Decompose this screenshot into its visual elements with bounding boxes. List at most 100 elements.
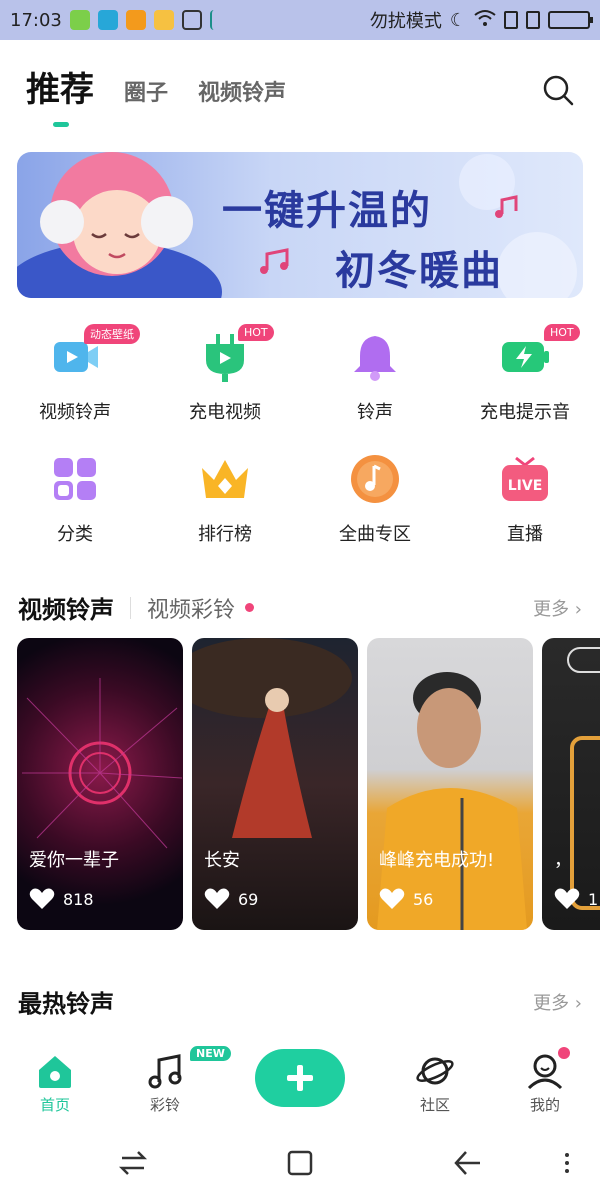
back-icon[interactable] <box>450 1146 484 1180</box>
profile-icon <box>527 1054 563 1090</box>
category-grid: 动态壁纸 视频铃声 HOT 充电视频 铃声 HOT 充电提示音 分类 排行榜 全… <box>0 320 600 564</box>
status-bar: 17:03 勿扰模式 ☾ <box>0 0 600 40</box>
battery-icon <box>548 11 593 29</box>
section-subtitle[interactable]: 视频彩铃 <box>147 592 235 624</box>
grid-badge-live-wallpaper: 动态壁纸 <box>84 324 140 344</box>
banner-line2: 初冬暖曲 <box>335 248 503 294</box>
video-card[interactable]: 爱你一辈子 818 <box>17 638 183 930</box>
warning-icon <box>125 10 146 30</box>
grid-item-ringtone[interactable]: 铃声 <box>300 320 450 442</box>
like-count: 69 <box>238 889 259 909</box>
grid-item-video-ringtone[interactable]: 动态壁纸 视频铃声 <box>0 320 150 442</box>
bottom-tab-color-ring[interactable]: 彩铃 <box>125 1052 205 1115</box>
sim1-icon <box>504 11 518 29</box>
grid-item-live[interactable]: LIVE 直播 <box>450 442 600 564</box>
like-count: 1 <box>588 889 599 909</box>
bottom-tab-label: 社区 <box>419 1096 450 1114</box>
notification-dot <box>558 1047 570 1059</box>
plus-icon <box>287 1065 313 1091</box>
grid-item-charge-sound[interactable]: HOT 充电提示音 <box>450 320 600 442</box>
crown-icon <box>198 452 252 506</box>
card-art <box>192 638 352 838</box>
section-divider <box>130 596 131 619</box>
bottom-tab-label: 我的 <box>529 1096 560 1114</box>
grid-label: 分类 <box>57 524 93 545</box>
bell-icon <box>348 330 402 384</box>
heart-icon <box>379 888 405 909</box>
sync-notification-icon <box>97 10 118 30</box>
grid-item-charge-video[interactable]: HOT 充电视频 <box>150 320 300 442</box>
bottom-tab-profile[interactable]: 我的 <box>505 1052 585 1115</box>
more-link[interactable]: 更多 › <box>533 595 582 621</box>
card-likes: 69 <box>204 888 258 910</box>
card-likes: 818 <box>29 888 94 910</box>
app-notification-icon <box>69 10 90 30</box>
dnd-mode-text: 勿扰模式 <box>369 11 442 32</box>
card-title: 爱你一辈子 <box>29 850 119 871</box>
grid-label: 排行榜 <box>198 524 252 545</box>
search-icon[interactable] <box>542 74 574 106</box>
music-note-icon <box>148 1054 182 1089</box>
add-button[interactable] <box>255 1049 345 1107</box>
banner-line1: 一键升温的 <box>222 188 432 234</box>
card-art <box>567 647 600 910</box>
tab-recommend[interactable]: 推荐 <box>26 62 94 111</box>
grid-item-category[interactable]: 分类 <box>0 442 150 564</box>
grid-item-ranking[interactable]: 排行榜 <box>150 442 300 564</box>
promo-banner[interactable]: 一键升温的 初冬暖曲 <box>17 152 583 298</box>
bottom-tab-home[interactable]: 首页 <box>15 1052 95 1115</box>
moon-icon: ☾ <box>449 9 466 31</box>
status-time: 17:03 <box>10 9 62 31</box>
bottom-tab-bar: 首页 彩铃 NEW 社区 我的 <box>0 1040 600 1126</box>
tab-circle[interactable]: 圈子 <box>124 75 168 107</box>
video-cards: 爱你一辈子 818 长安 69 峰峰充电成功! 56 ， 1 <box>17 638 600 930</box>
usb-icon <box>209 10 220 30</box>
bottom-tab-community[interactable]: 社区 <box>395 1052 475 1115</box>
video-section-header: 视频铃声 视频彩铃 更多 › <box>18 590 582 625</box>
hot-section-header: 最热铃声 更多 › <box>18 984 582 1019</box>
grid-badge-hot: HOT <box>238 324 274 341</box>
bottom-tab-label: 首页 <box>39 1096 70 1114</box>
card-title: 长安 <box>204 850 240 871</box>
planet-icon <box>416 1057 454 1085</box>
sim2-icon <box>526 11 540 29</box>
card-art <box>377 672 527 930</box>
grid-badge-hot: HOT <box>544 324 580 341</box>
new-dot <box>245 603 255 612</box>
heart-icon <box>204 888 230 909</box>
grid-label: 铃声 <box>357 402 393 423</box>
section-title[interactable]: 视频铃声 <box>18 590 114 625</box>
more-link[interactable]: 更多 › <box>533 989 582 1015</box>
menu-dots-icon[interactable] <box>550 1146 584 1180</box>
card-likes: 56 <box>379 888 433 910</box>
card-art <box>22 678 183 849</box>
card-title: 峰峰充电成功! <box>379 850 495 871</box>
grid-item-full-song[interactable]: 全曲专区 <box>300 442 450 564</box>
section-title[interactable]: 最热铃声 <box>18 984 114 1019</box>
wifi-icon <box>474 9 496 32</box>
grid-label: 全曲专区 <box>339 524 411 545</box>
system-nav-bar <box>0 1126 600 1200</box>
grid-label: 充电视频 <box>189 402 261 423</box>
video-card[interactable]: 峰峰充电成功! 56 <box>367 638 533 930</box>
tab-indicator <box>53 122 69 127</box>
like-count: 56 <box>413 889 434 909</box>
switch-icon[interactable] <box>116 1146 150 1180</box>
card-title: ， <box>554 850 572 871</box>
video-card[interactable]: 长安 69 <box>192 638 358 930</box>
category-icon <box>48 452 102 506</box>
grid-label: 视频铃声 <box>39 402 111 423</box>
bottom-tab-label: 彩铃 <box>149 1096 180 1114</box>
tab-video-ringtone[interactable]: 视频铃声 <box>198 75 286 107</box>
folder-icon <box>153 10 174 30</box>
new-badge: NEW <box>190 1046 231 1061</box>
brush-icon <box>181 10 202 30</box>
like-count: 818 <box>63 889 94 909</box>
card-likes: 1 <box>554 888 598 910</box>
top-tabs: 推荐 圈子 视频铃声 <box>26 62 286 111</box>
home-square-icon[interactable] <box>283 1146 317 1180</box>
video-card[interactable]: ， 1 <box>542 638 600 930</box>
home-icon <box>39 1056 71 1088</box>
heart-icon <box>554 888 580 909</box>
svg-text:LIVE: LIVE <box>508 478 543 494</box>
